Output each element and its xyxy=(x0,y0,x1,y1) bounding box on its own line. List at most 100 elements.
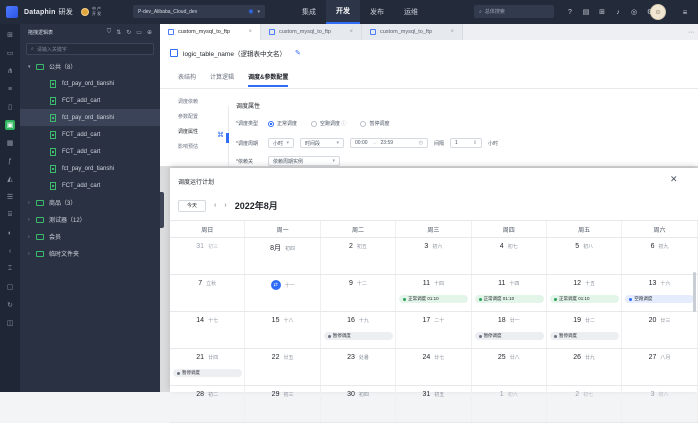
close-icon[interactable]: × xyxy=(248,29,252,35)
calendar-day-cell[interactable]: 6 初九 xyxy=(622,238,698,274)
page-icon[interactable]: ▢ xyxy=(5,282,15,292)
chevron-down-icon[interactable]: ▾ xyxy=(28,64,36,70)
book-icon[interactable]: ▤ xyxy=(581,7,591,17)
menu-icon[interactable]: ≡ xyxy=(5,84,15,94)
side-menu-dependency[interactable]: 调度依赖 xyxy=(178,98,198,105)
calendar-day-cell[interactable]: 29 初三 xyxy=(245,386,321,422)
tab-custom-mysql-to-ftp[interactable]: custom_mysql_to_ftp × xyxy=(160,24,261,40)
sort-icon[interactable]: ⇅ xyxy=(116,29,121,36)
user-avatar[interactable]: ☺ xyxy=(650,4,666,20)
calendar-day-cell[interactable]: 2 初七 xyxy=(547,386,623,422)
calendar-day-cell[interactable]: 20 廿三 xyxy=(622,312,698,348)
calendar-day-cell[interactable]: 26 廿九 xyxy=(547,349,623,385)
nav-publish[interactable]: 发布 xyxy=(360,0,394,24)
schedule-event[interactable]: 暂停调度 xyxy=(474,332,544,340)
time-range-picker[interactable]: 00:00 → 23:59 ◷ xyxy=(350,138,428,148)
calendar-day-cell[interactable]: 28 初二 xyxy=(170,386,246,422)
add-folder-icon[interactable]: ▭ xyxy=(136,29,142,36)
tab-custom-mysql-to-ftp[interactable]: custom_mysql_to_ftp × xyxy=(362,24,463,40)
table-icon[interactable]: ▦ xyxy=(5,138,15,148)
side-menu-params[interactable]: 参数配置 xyxy=(178,113,198,120)
refresh-icon[interactable]: ↻ xyxy=(126,29,131,36)
today-button[interactable]: 今天 xyxy=(178,199,207,212)
nav-integration[interactable]: 集成 xyxy=(292,0,326,24)
calendar-day-cell[interactable]: 1 初六 xyxy=(472,386,547,422)
calendar-day-cell[interactable]: 9 十二 xyxy=(321,275,397,311)
chart-icon[interactable]: ◭ xyxy=(5,174,15,184)
tree-folder[interactable]: › 临时文件夹 xyxy=(20,245,160,262)
tab-table-structure[interactable]: 表结构 xyxy=(178,72,196,87)
side-menu-schedule[interactable]: 调度属性 xyxy=(178,128,198,135)
dependency-select[interactable]: 依赖周期实例 ▾ xyxy=(268,156,340,166)
calendar-day-cell[interactable]: 22 廿五 xyxy=(245,349,321,385)
grid-icon[interactable]: ⊞ xyxy=(5,30,15,40)
schedule-event[interactable]: 空跑调度 xyxy=(625,295,695,303)
tree-item[interactable]: FCT_add_cart xyxy=(20,126,160,143)
calendar-day-cell[interactable]: 2 初五 xyxy=(321,238,397,274)
layers-icon[interactable]: ◫ xyxy=(5,318,15,328)
chevron-right-icon[interactable]: › xyxy=(28,200,36,206)
interval-input[interactable]: 1 ⇕ xyxy=(450,138,483,148)
user-icon[interactable]: ◐ xyxy=(5,228,15,238)
globe-icon[interactable]: ◎ xyxy=(629,7,639,17)
logic-table-icon[interactable]: ▣ xyxy=(5,120,15,130)
calendar-day-cell[interactable]: 15 十八 xyxy=(245,312,321,348)
tab-custom-mysql-to-ftp[interactable]: custom_mysql_to_ftp × xyxy=(261,24,362,40)
calendar-icon[interactable]: ⌘ xyxy=(217,131,224,139)
tree-icon[interactable]: ⋔ xyxy=(5,66,15,76)
calendar-day-cell[interactable]: 5 初八 xyxy=(547,238,623,274)
cycle-select[interactable]: 小时 ▾ xyxy=(268,138,294,148)
tree-item[interactable]: fct_pay_ord_tianshi xyxy=(20,109,160,126)
grid-icon[interactable]: ⊞ xyxy=(597,7,607,17)
calendar-day-cell[interactable]: 30 初四 xyxy=(321,386,397,422)
env-badge[interactable]: 中 产开 发 xyxy=(80,6,101,17)
tab-schedule-config[interactable]: 调度&参数配置 xyxy=(248,72,289,87)
calendar-day-cell[interactable]: 25 廿八 xyxy=(472,349,547,385)
calendar-day-cell[interactable]: 19 廿二 暂停调度 xyxy=(547,312,623,348)
sidebar-search-input[interactable]: ⌕ 请输入关键字 xyxy=(26,43,154,55)
radio-paused[interactable]: 暂停调度 xyxy=(360,120,389,127)
calendar-day-cell[interactable]: 11 十四 正常调度 01:10 xyxy=(396,275,472,311)
chevron-right-icon[interactable]: › xyxy=(28,234,36,240)
folder-icon[interactable]: ▭ xyxy=(5,48,15,58)
project-select[interactable]: P-dev_Alibaba_Cloud_dev ◉ ▾ xyxy=(133,5,265,18)
refresh-icon[interactable]: ↻ xyxy=(5,300,15,310)
nav-ops[interactable]: 运维 xyxy=(394,0,428,24)
calendar-day-cell[interactable]: 4 初七 xyxy=(472,238,547,274)
tree-item[interactable]: FCT_add_cart xyxy=(20,177,160,194)
side-menu-impact[interactable]: 影响预估 xyxy=(178,143,198,150)
radio-normal[interactable]: 正常调度 xyxy=(268,120,297,127)
tree-item[interactable]: FCT_add_cart xyxy=(20,92,160,109)
calendar-day-cell[interactable]: 13 十六 空跑调度 xyxy=(622,275,698,311)
chevron-right-icon[interactable]: › xyxy=(28,217,36,223)
document-icon[interactable]: ▯ xyxy=(5,102,15,112)
calendar-day-cell[interactable]: 8月 初四 xyxy=(245,238,321,274)
calendar-day-cell[interactable]: 27 八月 xyxy=(622,349,698,385)
calendar-day-cell[interactable]: 18 廿一 暂停调度 xyxy=(472,312,547,348)
tree-folder[interactable]: ▾ 公共（8） xyxy=(20,58,160,75)
close-icon[interactable]: × xyxy=(450,29,454,35)
calendar-day-cell[interactable]: 16 十九 暂停调度 xyxy=(321,312,397,348)
calendar-day-cell[interactable]: 7 立秋 xyxy=(170,275,246,311)
calendar-day-cell[interactable]: 3 初六 xyxy=(396,238,472,274)
calendar-day-cell[interactable]: 31 初五 xyxy=(396,386,472,422)
tab-calc-logic[interactable]: 计算逻辑 xyxy=(210,72,234,87)
close-icon[interactable]: ✕ xyxy=(670,174,678,185)
collapse-icon[interactable]: ‹ xyxy=(5,246,15,256)
calendar-day-cell[interactable]: 17 二十 xyxy=(396,312,472,348)
calendar-day-cell[interactable]: 23 处暑 xyxy=(321,349,397,385)
function-icon[interactable]: ƒ xyxy=(5,156,15,166)
filter-icon[interactable]: ⛉ xyxy=(107,29,112,36)
chevron-right-icon[interactable]: › xyxy=(28,251,36,257)
add-icon[interactable]: ⊕ xyxy=(147,29,152,36)
bracket-icon[interactable]: ⌶ xyxy=(5,264,15,274)
global-search[interactable]: ⌕ 总体搜索 xyxy=(474,5,554,18)
calendar-day-cell[interactable]: ⇄ 十一 xyxy=(245,275,321,311)
calendar-day-cell[interactable]: 14 十七 xyxy=(170,312,246,348)
calendar-day-cell[interactable]: 31 初三 xyxy=(170,238,246,274)
radio-dry-run[interactable]: 空跑调度 ⓘ xyxy=(311,120,346,127)
next-month-icon[interactable]: › xyxy=(224,202,226,209)
schedule-event[interactable]: 暂停调度 xyxy=(173,369,242,377)
list-icon[interactable]: ☰ xyxy=(5,192,15,202)
calendar-day-cell[interactable]: 24 廿七 xyxy=(396,349,472,385)
